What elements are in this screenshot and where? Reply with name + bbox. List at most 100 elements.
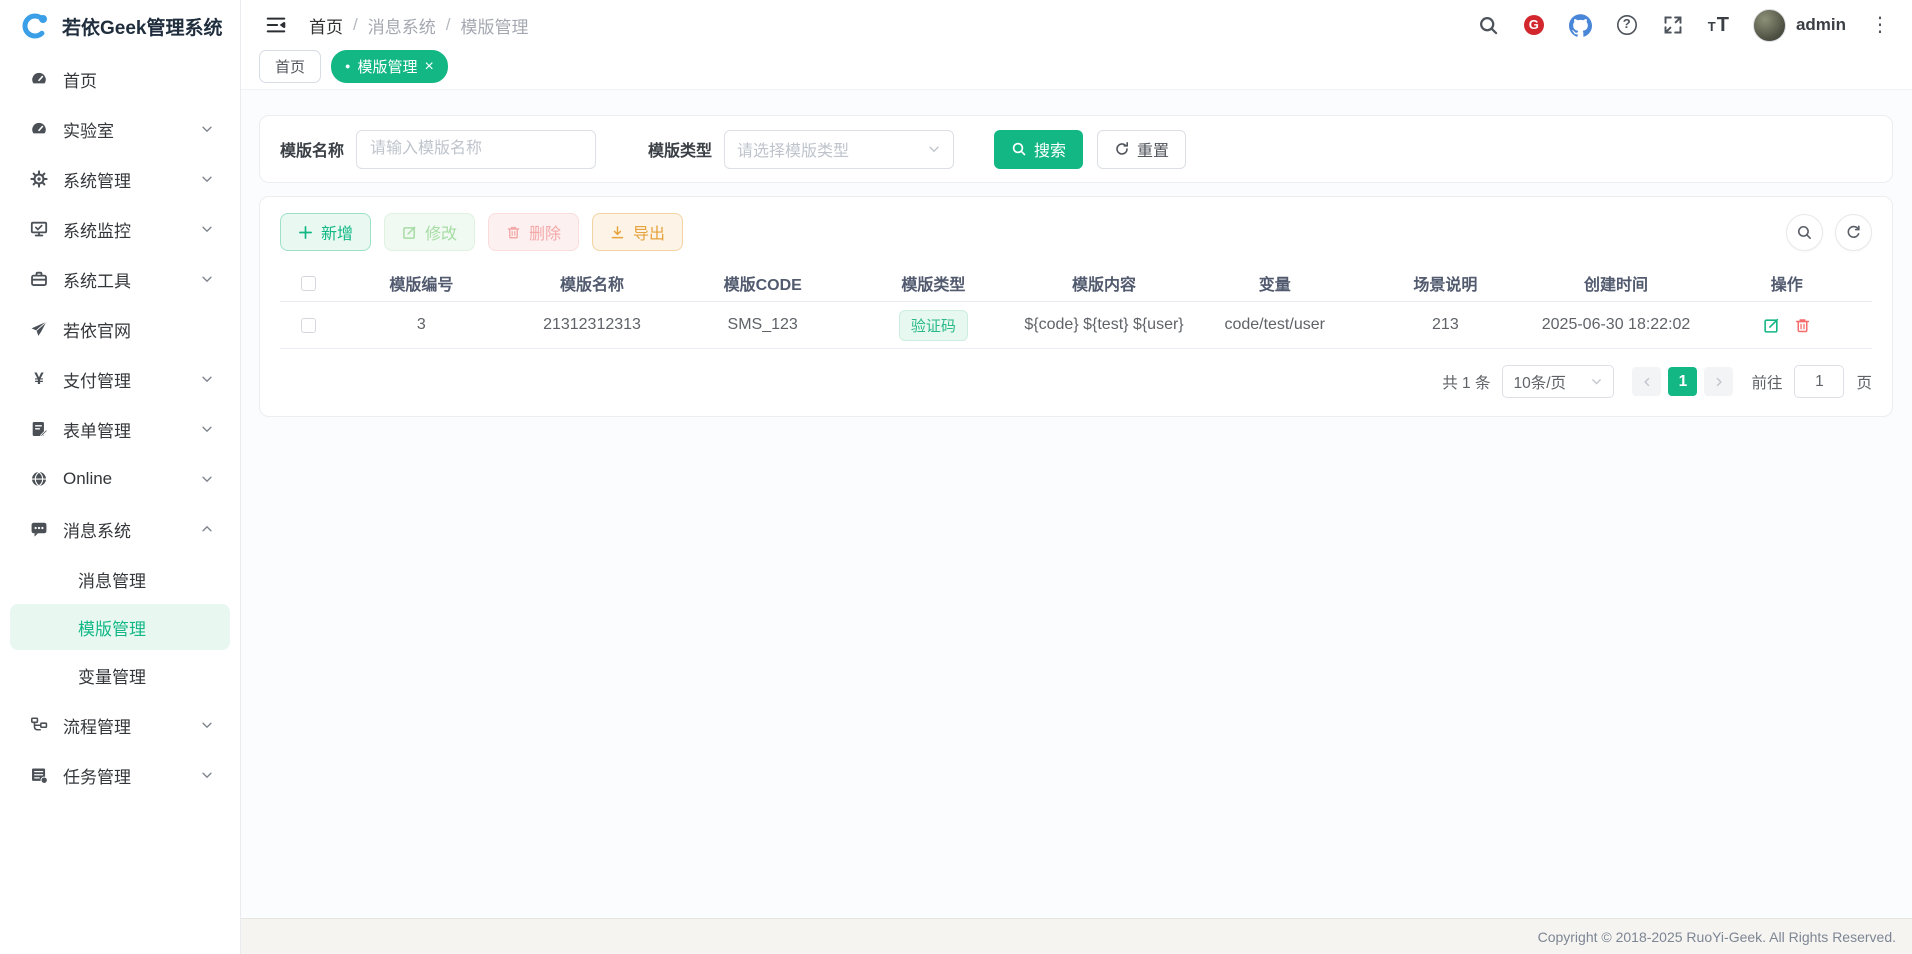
fullscreen-icon[interactable] bbox=[1662, 14, 1684, 36]
select-all-checkbox[interactable] bbox=[301, 276, 316, 291]
sidebar-item-lab[interactable]: 实验室 bbox=[0, 104, 240, 154]
gitee-icon[interactable]: G bbox=[1523, 14, 1545, 36]
close-icon[interactable]: × bbox=[424, 59, 433, 75]
sidebar-item-label: 系统工具 bbox=[63, 267, 185, 292]
search-icon[interactable] bbox=[1478, 15, 1499, 36]
chevron-down-icon bbox=[927, 142, 941, 156]
export-button[interactable]: 导出 bbox=[592, 213, 683, 251]
sidebar-item-label: 实验室 bbox=[63, 117, 185, 142]
template-type-badge: 验证码 bbox=[899, 310, 968, 341]
sidebar-item-message-system[interactable]: 消息系统 bbox=[0, 504, 240, 554]
sidebar: 若依Geek管理系统 首页 实验室 bbox=[0, 0, 241, 954]
sidebar-item-form-manage[interactable]: 表单管理 bbox=[0, 404, 240, 454]
col-operations: 操作 bbox=[1701, 271, 1872, 295]
sidebar-item-online[interactable]: Online bbox=[0, 454, 240, 504]
sidebar-item-message-manage[interactable]: 消息管理 bbox=[0, 554, 240, 604]
select-placeholder: 请选择模版类型 bbox=[737, 137, 849, 161]
filter-card: 模版名称 模版类型 请选择模版类型 搜索 重置 bbox=[259, 115, 1893, 183]
delete-button-label: 删除 bbox=[529, 220, 561, 244]
add-button[interactable]: 新增 bbox=[280, 213, 371, 251]
sidebar-item-label: 系统管理 bbox=[63, 167, 185, 192]
sidebar-item-label: Online bbox=[63, 469, 185, 489]
big-t: T bbox=[1717, 14, 1729, 37]
sidebar-item-system-tools[interactable]: 系统工具 bbox=[0, 254, 240, 304]
next-page-button[interactable] bbox=[1704, 367, 1733, 396]
reset-button-label: 重置 bbox=[1137, 137, 1169, 161]
sidebar-item-template-manage[interactable]: 模版管理 bbox=[10, 604, 230, 650]
copyright-text: Copyright © 2018-2025 RuoYi-Geek. All Ri… bbox=[1538, 929, 1896, 945]
cell-scene: 213 bbox=[1360, 316, 1531, 334]
template-name-input[interactable] bbox=[356, 130, 596, 169]
row-checkbox[interactable] bbox=[301, 318, 316, 333]
chevron-left-icon bbox=[1641, 376, 1653, 388]
cell-operations bbox=[1701, 317, 1872, 334]
pagination-total: 共 1 条 bbox=[1442, 371, 1490, 393]
col-scene: 场景说明 bbox=[1360, 271, 1531, 295]
page-unit-label: 页 bbox=[1856, 371, 1872, 393]
sidebar-item-label: 若依官网 bbox=[63, 317, 214, 342]
logo[interactable]: 若依Geek管理系统 bbox=[0, 0, 240, 52]
table-header-row: 模版编号 模版名称 模版CODE 模版类型 模版内容 变量 场景说明 创建时间 … bbox=[280, 265, 1872, 302]
footer: Copyright © 2018-2025 RuoYi-Geek. All Ri… bbox=[241, 918, 1912, 954]
row-delete-icon[interactable] bbox=[1794, 317, 1811, 334]
search-button[interactable]: 搜索 bbox=[994, 130, 1083, 169]
breadcrumb-message-system: 消息系统 bbox=[368, 13, 436, 38]
sidebar-item-label: 消息管理 bbox=[78, 567, 214, 592]
github-icon[interactable] bbox=[1569, 14, 1592, 37]
app-title: 若依Geek管理系统 bbox=[62, 13, 222, 40]
template-type-label: 模版类型 bbox=[648, 137, 712, 161]
form-edit-icon bbox=[30, 420, 48, 438]
username[interactable]: admin bbox=[1796, 15, 1846, 35]
goto-page-input[interactable] bbox=[1794, 365, 1844, 398]
table-refresh-icon[interactable] bbox=[1835, 214, 1872, 251]
sidebar-item-system-monitor[interactable]: 系统监控 bbox=[0, 204, 240, 254]
more-menu-icon[interactable]: ⋮ bbox=[1870, 15, 1890, 35]
tag-template-manage[interactable]: ● 模版管理 × bbox=[331, 50, 448, 83]
help-icon[interactable]: ? bbox=[1616, 14, 1638, 36]
font-size-icon[interactable]: T T bbox=[1708, 14, 1729, 37]
page-1-button[interactable]: 1 bbox=[1668, 367, 1697, 396]
row-edit-icon[interactable] bbox=[1763, 317, 1780, 334]
topbar: 首页 / 消息系统 / 模版管理 G ? bbox=[241, 0, 1912, 50]
sidebar-item-ruoyi-website[interactable]: 若依官网 bbox=[0, 304, 240, 354]
sidebar-item-label: 变量管理 bbox=[78, 663, 214, 688]
chevron-up-icon bbox=[200, 522, 214, 536]
delete-button[interactable]: 删除 bbox=[488, 213, 579, 251]
sidebar-item-home[interactable]: 首页 bbox=[0, 54, 240, 104]
chevron-down-icon bbox=[200, 222, 214, 236]
table-card: 新增 修改 删除 导出 bbox=[259, 196, 1893, 417]
sidebar-item-flow-manage[interactable]: 流程管理 bbox=[0, 700, 240, 750]
tags-bar: 首页 ● 模版管理 × bbox=[241, 50, 1912, 90]
add-button-label: 新增 bbox=[321, 220, 353, 244]
toolbox-icon bbox=[30, 270, 48, 288]
sidebar-item-system-manage[interactable]: 系统管理 bbox=[0, 154, 240, 204]
prev-page-button[interactable] bbox=[1632, 367, 1661, 396]
chevron-down-icon bbox=[200, 472, 214, 486]
avatar[interactable] bbox=[1753, 9, 1786, 42]
chevron-down-icon bbox=[200, 718, 214, 732]
cell-template-content: ${code} ${test} ${user} bbox=[1019, 316, 1190, 334]
sidebar-item-variable-manage[interactable]: 变量管理 bbox=[0, 650, 240, 700]
sidebar-item-task-manage[interactable]: 任务管理 bbox=[0, 750, 240, 800]
gear-icon bbox=[30, 170, 48, 188]
sidebar-item-label: 任务管理 bbox=[63, 763, 185, 788]
breadcrumb-home[interactable]: 首页 bbox=[309, 13, 343, 38]
chevron-down-icon bbox=[200, 768, 214, 782]
sidebar-menu: 首页 实验室 系统管理 bbox=[0, 52, 240, 954]
page-size-select[interactable]: 10条/页 bbox=[1502, 365, 1614, 398]
tag-home[interactable]: 首页 bbox=[259, 50, 321, 83]
table-toolbar-right bbox=[1786, 214, 1872, 251]
cell-template-name: 21312312313 bbox=[507, 316, 678, 334]
sidebar-collapse-icon[interactable] bbox=[265, 14, 287, 36]
sidebar-item-label: 模版管理 bbox=[78, 615, 204, 640]
template-type-select[interactable]: 请选择模版类型 bbox=[724, 130, 954, 169]
goto-label: 前往 bbox=[1751, 371, 1782, 393]
sidebar-item-payment-manage[interactable]: ¥ 支付管理 bbox=[0, 354, 240, 404]
data-table: 模版编号 模版名称 模版CODE 模版类型 模版内容 变量 场景说明 创建时间 … bbox=[280, 265, 1872, 349]
edit-button[interactable]: 修改 bbox=[384, 213, 475, 251]
topbar-actions: G ? T T admin bbox=[1478, 9, 1890, 42]
col-template-content: 模版内容 bbox=[1019, 271, 1190, 295]
table-search-toggle-icon[interactable] bbox=[1786, 214, 1823, 251]
search-icon bbox=[1011, 141, 1027, 157]
reset-button[interactable]: 重置 bbox=[1097, 130, 1186, 169]
